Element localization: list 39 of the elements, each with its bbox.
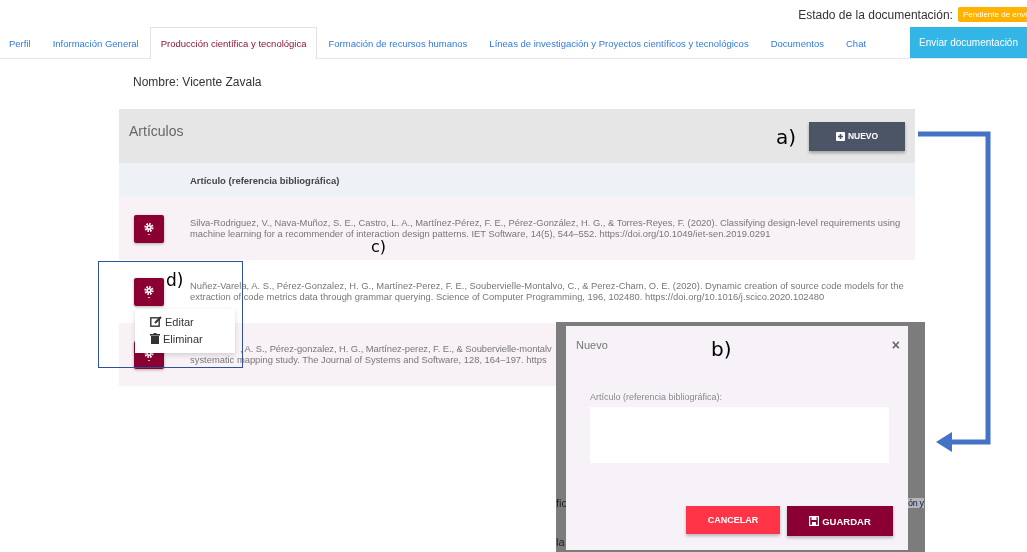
cancel-button[interactable]: CANCELAR	[686, 506, 780, 534]
settings-button[interactable]	[134, 277, 164, 306]
trash-icon	[150, 333, 160, 344]
edit-icon	[150, 316, 162, 327]
column-title: Artículo (referencia bibliográfica)	[190, 174, 340, 186]
annotation-label: d)	[166, 272, 184, 289]
reference-text: Silva-Rodriguez, V., Nava-Muñoz, S. E., Castro, L. A., Martínez-Pérez, F. E., Pérez-González, H. G., & Torres-Reyes, F. (2020). Classifying design-level requirements using	[190, 218, 901, 229]
settings-button[interactable]	[134, 214, 164, 243]
annotation-label: b)	[711, 339, 732, 359]
tab[interactable]: Perfil	[0, 27, 42, 58]
gear-icon	[143, 221, 155, 236]
annotation-label: a)	[776, 127, 797, 147]
tab[interactable]: Documentos	[759, 27, 835, 58]
reference-text: machine learning for a recommender of interaction design patterns. IET Software, 14(5), 544–552. https://doi.org/10.1049/iet-sen.2019.0291	[190, 228, 771, 239]
name-text: Nombre: Vicente Zavala	[133, 75, 263, 89]
background-text: la	[556, 536, 565, 548]
menu-item[interactable]: Eliminar	[150, 330, 203, 347]
background-text: fic	[556, 497, 567, 509]
send-documentation-button[interactable]: Enviar documentación	[910, 27, 1027, 58]
plus-icon	[835, 131, 845, 141]
background-text: ón y	[908, 498, 924, 508]
tab[interactable]: Información General	[41, 27, 150, 58]
field-label: Artículo (referencia bibliográfica):	[590, 392, 724, 402]
tab[interactable]: Chat	[835, 27, 878, 58]
annotation-label: c)	[371, 239, 387, 255]
new-button[interactable]: NUEVO	[809, 121, 905, 151]
reference-text: , A. S., Pérez-gonzalez, H. G., Martínez-perez, F. E., & Soubervielle-montalv	[239, 344, 552, 355]
reference-text: extraction of code metrics data through grammar querying. Science of Computer Programming, 196, 102480. https://doi.org/10.1016/j.scico.2020.102480	[190, 291, 826, 302]
status-label: Estado de la documentación:	[798, 7, 953, 22]
gear-icon	[143, 284, 155, 299]
tab[interactable]: Formación de recursos humanos	[317, 27, 479, 58]
status-badge: Pendiente de envi	[957, 7, 1027, 22]
save-button[interactable]: GUARDAR	[787, 506, 893, 536]
menu-item[interactable]: Editar	[150, 313, 194, 330]
tab[interactable]: Producción científica y tecnológica	[149, 27, 318, 59]
tab[interactable]: Líneas de investigación y Proyectos científicos y tecnológicos	[478, 27, 760, 58]
close-button[interactable]: ×	[891, 337, 900, 353]
modal-title: Nuevo	[576, 339, 608, 351]
panel-title: Artículos	[129, 123, 184, 139]
